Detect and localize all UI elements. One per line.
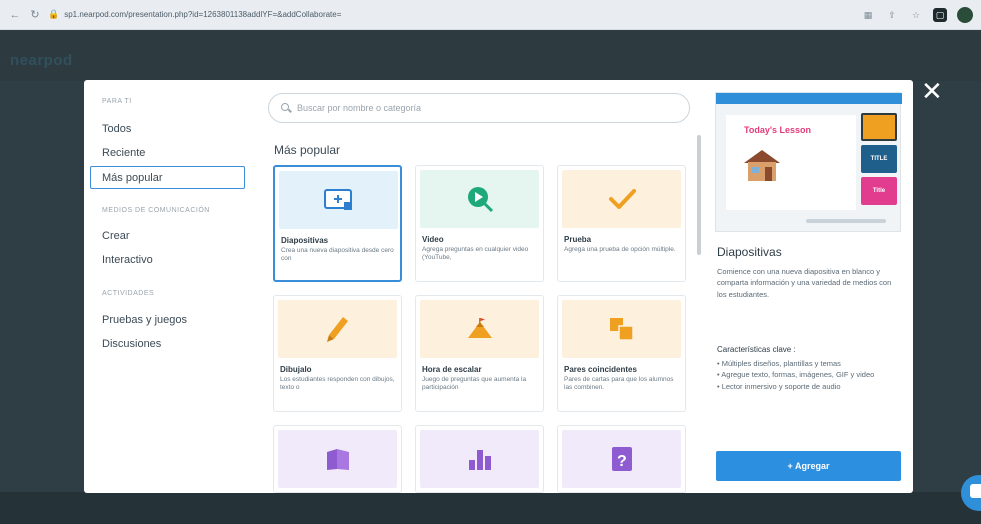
preview-thumb-3: Title xyxy=(861,177,897,205)
poll-icon xyxy=(468,450,491,470)
detail-feature-item: • Múltiples diseños, plantillas y temas xyxy=(717,359,841,368)
detail-feature-item: • Agregue texto, formas, imágenes, GIF y… xyxy=(717,370,875,380)
extension-icon[interactable]: ▦ xyxy=(861,8,875,22)
card-thumbnail: ? xyxy=(562,430,681,488)
content-picker-modal: PARA TI Todos Reciente Más popular MEDIO… xyxy=(84,80,913,493)
checkmark-icon xyxy=(608,189,636,209)
pencil-icon xyxy=(326,317,348,342)
svg-text:?: ? xyxy=(617,453,627,470)
preview-lesson-title: Today's Lesson xyxy=(744,125,811,135)
add-button[interactable]: + Agregar xyxy=(716,451,901,481)
matching-pairs-icon xyxy=(609,318,634,341)
house-icon xyxy=(744,150,780,181)
preview-slide: Today's Lesson xyxy=(726,115,856,210)
card-video[interactable]: Video Agrega preguntas en cualquier vide… xyxy=(415,165,544,282)
app-logo: nearpod xyxy=(10,52,73,69)
card-dibujalo[interactable]: Dibujalo Los estudiantes responden con d… xyxy=(273,295,402,412)
preview-thumb-1 xyxy=(861,113,897,141)
sidebar-item-crear[interactable]: Crear xyxy=(102,230,130,242)
detail-features-list: • Múltiples diseños, plantillas y temas … xyxy=(717,358,899,392)
card-thumbnail xyxy=(562,170,681,228)
card-partial-2[interactable] xyxy=(415,425,544,493)
close-modal-button[interactable]: ✕ xyxy=(921,78,943,104)
card-title: Prueba xyxy=(564,235,592,244)
sidebar-item-reciente[interactable]: Reciente xyxy=(102,147,145,159)
card-partial-3[interactable]: ? xyxy=(557,425,686,493)
detail-title: Diapositivas xyxy=(717,245,782,259)
detail-description: Comience con una nueva diapositiva en bl… xyxy=(717,267,892,299)
scrollbar[interactable] xyxy=(697,135,701,255)
flipbook-icon xyxy=(326,449,349,470)
card-thumbnail xyxy=(420,300,539,358)
share-icon[interactable]: ⇪ xyxy=(885,8,899,22)
extensions-area: ▦ ⇪ ☆ ▢ xyxy=(861,7,973,23)
card-title: Diapositivas xyxy=(281,236,329,245)
mountain-icon xyxy=(467,318,492,338)
sidebar-section-media: MEDIOS DE COMUNICACIÓN xyxy=(102,207,210,214)
detail-features-title: Características clave : xyxy=(717,345,796,354)
preview-panel: Today's Lesson TITLE Title xyxy=(715,92,902,232)
preview-toolbar xyxy=(716,93,902,104)
address-bar[interactable]: sp1.nearpod.com/presentation.php?id=1263… xyxy=(64,10,624,19)
card-thumbnail xyxy=(279,171,398,229)
question-doc-icon: ? xyxy=(611,447,632,471)
app-header xyxy=(0,31,981,81)
card-description: Crea una nueva diapositiva desde cero co… xyxy=(281,247,394,263)
card-thumbnail xyxy=(562,300,681,358)
card-thumbnail xyxy=(278,300,397,358)
card-hora-de-escalar[interactable]: Hora de escalar Juego de preguntas que a… xyxy=(415,295,544,412)
card-pares-coincidentes[interactable]: Pares coincidentes Pares de cartas para … xyxy=(557,295,686,412)
reload-icon[interactable]: ↻ xyxy=(28,8,42,22)
search-placeholder: Buscar por nombre o categoría xyxy=(297,103,422,113)
lock-icon: 🔒 xyxy=(48,9,60,19)
card-thumbnail xyxy=(420,170,539,228)
search-icon xyxy=(281,103,291,113)
sidebar-item-todos[interactable]: Todos xyxy=(102,123,131,135)
card-description: Agrega preguntas en cualquier video (You… xyxy=(422,246,529,262)
extension-app-icon[interactable]: ▢ xyxy=(933,8,947,22)
slide-icon xyxy=(323,189,352,210)
preview-progress xyxy=(806,219,886,223)
card-title: Pares coincidentes xyxy=(564,365,637,374)
sidebar-item-interactivo[interactable]: Interactivo xyxy=(102,254,153,266)
sidebar-item-pruebas-juegos[interactable]: Pruebas y juegos xyxy=(102,314,187,326)
sidebar-item-discusiones[interactable]: Discusiones xyxy=(102,338,161,350)
profile-icon[interactable] xyxy=(957,7,973,23)
sidebar-section-for-you: PARA TI xyxy=(102,98,132,105)
back-icon[interactable]: ← xyxy=(8,8,22,22)
card-description: Los estudiantes responden con dibujos, t… xyxy=(280,376,395,392)
category-sidebar: PARA TI Todos Reciente Más popular MEDIO… xyxy=(84,80,254,493)
sidebar-item-mas-popular[interactable]: Más popular xyxy=(90,166,245,189)
card-title: Hora de escalar xyxy=(422,365,482,374)
card-partial-1[interactable] xyxy=(273,425,402,493)
card-prueba[interactable]: Prueba Agrega una prueba de opción múlti… xyxy=(557,165,686,282)
preview-thumb-2: TITLE xyxy=(861,145,897,173)
card-title: Video xyxy=(422,235,444,244)
detail-feature-item: • Lector inmersivo y soporte de audio xyxy=(717,381,841,391)
search-input[interactable]: Buscar por nombre o categoría xyxy=(268,93,690,123)
sidebar-section-activities: ACTIVIDADES xyxy=(102,290,155,297)
card-description: Agrega una prueba de opción múltiple. xyxy=(564,246,676,253)
section-title: Más popular xyxy=(274,143,341,157)
card-diapositivas[interactable]: Diapositivas Crea una nueva diapositiva … xyxy=(273,165,402,282)
video-icon xyxy=(467,187,493,213)
card-description: Pares de cartas para que los alumnos las… xyxy=(564,376,674,392)
card-description: Juego de preguntas que aumenta la partic… xyxy=(422,376,527,392)
card-thumbnail xyxy=(420,430,539,488)
star-icon[interactable]: ☆ xyxy=(909,8,923,22)
browser-toolbar: ← ↻ 🔒 sp1.nearpod.com/presentation.php?i… xyxy=(0,0,981,30)
card-title: Dibujalo xyxy=(280,365,312,374)
app-footer xyxy=(0,492,981,524)
card-thumbnail xyxy=(278,430,397,488)
